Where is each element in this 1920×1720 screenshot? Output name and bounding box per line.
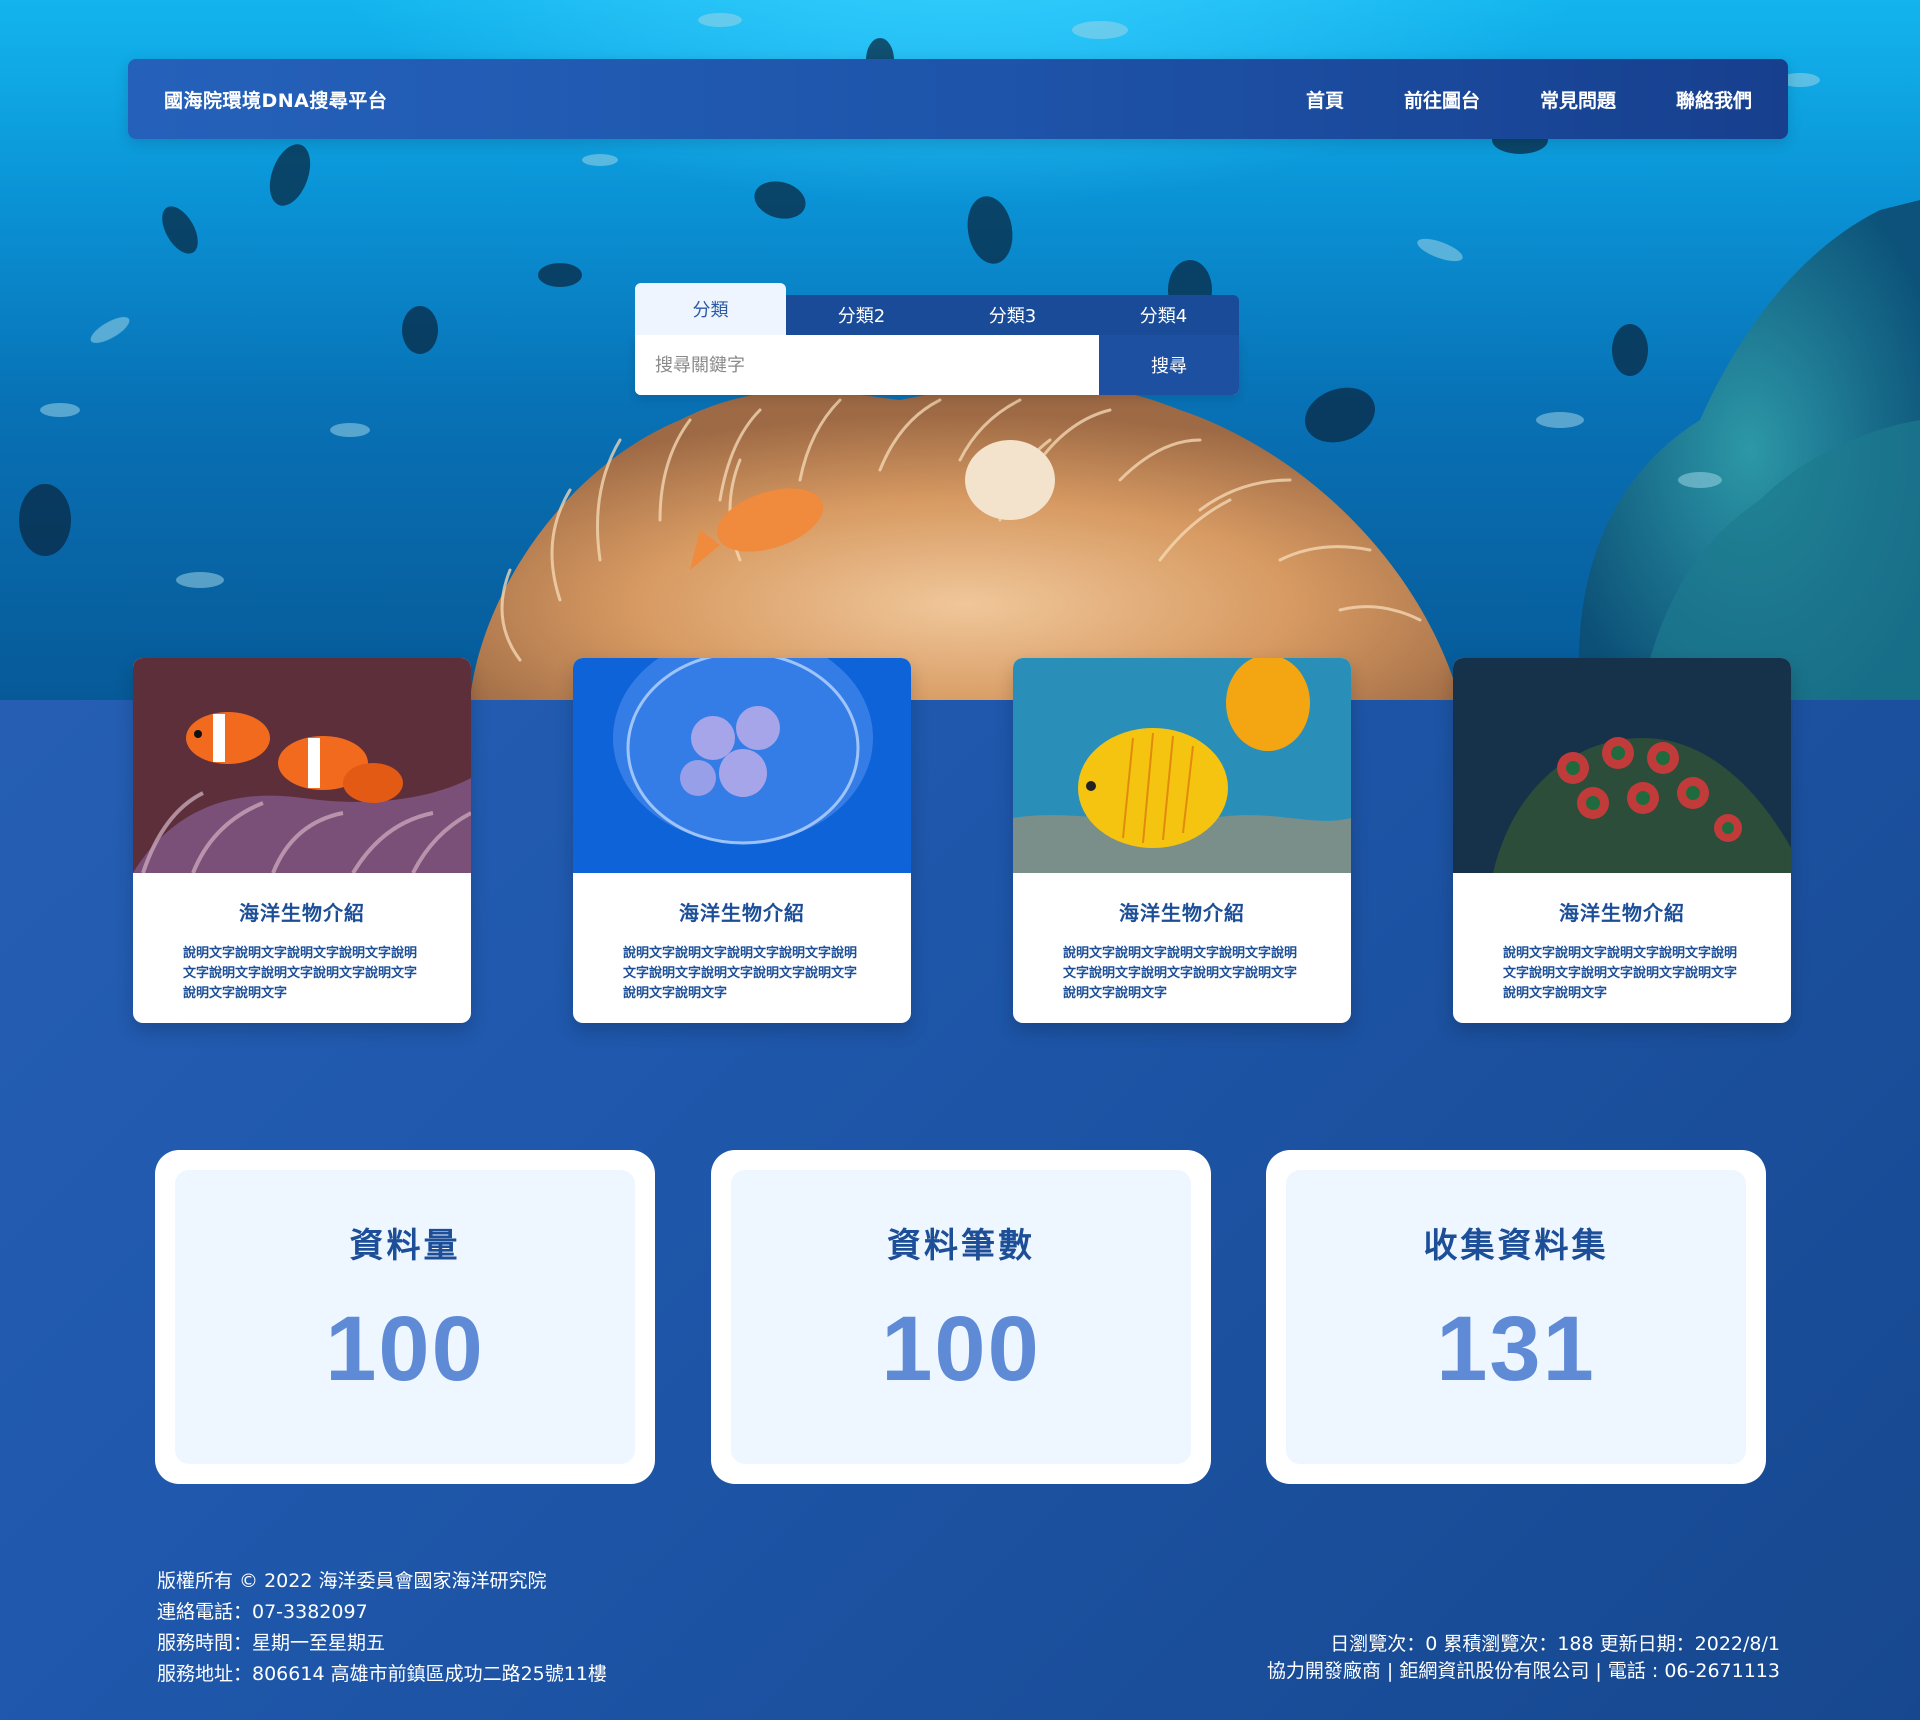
footer-hours: 服務時間：星期一至星期五 [157, 1632, 386, 1654]
footer-contact-info: 版權所有 © 2022 海洋委員會國家海洋研究院 連絡電話：07-3382097… [157, 1566, 607, 1690]
species-card[interactable]: 海洋生物介紹 說明文字說明文字說明文字說明文字說明文字說明文字說明文字說明文字說… [1453, 658, 1791, 1023]
nav-contact-link[interactable]: 聯絡我們 [1676, 86, 1752, 113]
stat-value: 131 [1436, 1298, 1596, 1400]
species-card[interactable]: 海洋生物介紹 說明文字說明文字說明文字說明文字說明文字說明文字說明文字說明文字說… [133, 658, 471, 1023]
footer-phone: 連絡電話：07-3382097 [157, 1601, 368, 1623]
butterflyfish-image [1013, 658, 1351, 873]
stat-card-inner: 資料量 100 [175, 1170, 635, 1464]
top-navbar: 國海院環境DNA搜尋平台 首頁 前往圖台 常見問題 聯絡我們 [128, 59, 1788, 139]
card-title: 海洋生物介紹 [1559, 901, 1685, 925]
coral-image [1453, 658, 1791, 873]
footer-address: 服務地址：806614 高雄市前鎮區成功二路25號11樓 [157, 1663, 607, 1685]
nav-home-link[interactable]: 首頁 [1306, 86, 1344, 113]
stat-card-datasets: 收集資料集 131 [1266, 1150, 1766, 1484]
stat-card-record-count: 資料筆數 100 [711, 1150, 1211, 1484]
stat-card-data-volume: 資料量 100 [155, 1150, 655, 1484]
card-description: 說明文字說明文字說明文字說明文字說明文字說明文字說明文字說明文字說明文字說明文字… [183, 946, 418, 1001]
card-description: 說明文字說明文字說明文字說明文字說明文字說明文字說明文字說明文字說明文字說明文字… [623, 946, 858, 1001]
tab-category-2[interactable]: 分類2 [786, 295, 937, 335]
stat-value: 100 [325, 1298, 485, 1400]
card-title: 海洋生物介紹 [1119, 901, 1245, 925]
stat-label: 資料筆數 [887, 1226, 1035, 1266]
search-button[interactable]: 搜尋 [1099, 335, 1239, 395]
nav-map-link[interactable]: 前往圖台 [1404, 86, 1480, 113]
nav-menu: 首頁 前往圖台 常見問題 聯絡我們 [1246, 86, 1752, 113]
card-title: 海洋生物介紹 [239, 901, 365, 925]
tab-category-1[interactable]: 分類 [635, 283, 786, 335]
stat-card-inner: 收集資料集 131 [1286, 1170, 1746, 1464]
species-cards: 海洋生物介紹 說明文字說明文字說明文字說明文字說明文字說明文字說明文字說明文字說… [133, 658, 1793, 1023]
search-input[interactable] [635, 335, 1099, 395]
stat-value: 100 [881, 1298, 1041, 1400]
nav-faq-link[interactable]: 常見問題 [1540, 86, 1616, 113]
stat-label: 資料量 [349, 1226, 461, 1266]
footer-site-info: 日瀏覽次：0 累積瀏覽次：188 更新日期：2022/8/1 協力開發廠商 | … [1267, 1631, 1780, 1685]
search-category-tabs: 分類 分類2 分類3 分類4 [635, 283, 1239, 335]
stat-label: 收集資料集 [1423, 1226, 1609, 1266]
site-brand[interactable]: 國海院環境DNA搜尋平台 [164, 86, 387, 113]
clownfish-image [133, 658, 471, 873]
footer-vendor: 協力開發廠商 | 鉅網資訊股份有限公司 | 電話 : 06-2671113 [1266, 1660, 1780, 1682]
card-title: 海洋生物介紹 [679, 901, 805, 925]
card-description: 說明文字說明文字說明文字說明文字說明文字說明文字說明文字說明文字說明文字說明文字… [1503, 946, 1738, 1001]
tab-category-3[interactable]: 分類3 [937, 295, 1088, 335]
tab-category-4[interactable]: 分類4 [1088, 295, 1239, 335]
jellyfish-image [573, 658, 911, 873]
species-card[interactable]: 海洋生物介紹 說明文字說明文字說明文字說明文字說明文字說明文字說明文字說明文字說… [1013, 658, 1351, 1023]
card-description: 說明文字說明文字說明文字說明文字說明文字說明文字說明文字說明文字說明文字說明文字… [1063, 946, 1298, 1001]
species-card[interactable]: 海洋生物介紹 說明文字說明文字說明文字說明文字說明文字說明文字說明文字說明文字說… [573, 658, 911, 1023]
stat-card-inner: 資料筆數 100 [731, 1170, 1191, 1464]
search-panel: 分類 分類2 分類3 分類4 搜尋 [635, 283, 1239, 395]
search-bar: 搜尋 [635, 335, 1239, 395]
footer-visit-stats: 日瀏覽次：0 累積瀏覽次：188 更新日期：2022/8/1 [1330, 1633, 1780, 1655]
footer-copyright: 版權所有 © 2022 海洋委員會國家海洋研究院 [157, 1570, 547, 1592]
